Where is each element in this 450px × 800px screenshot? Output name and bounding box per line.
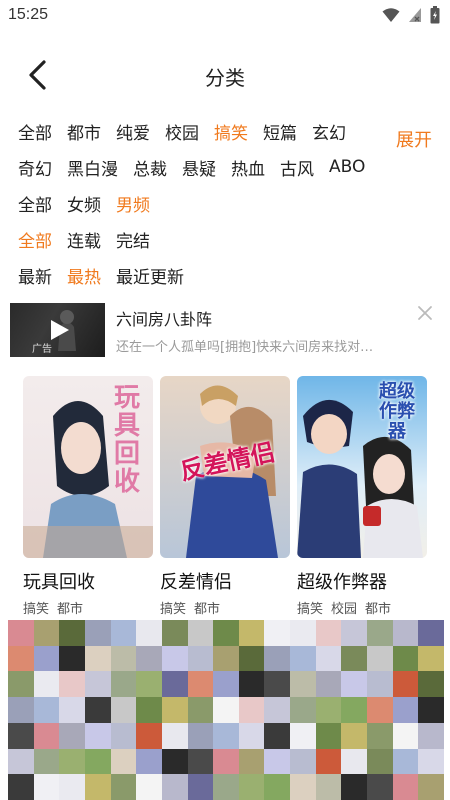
filter-chip[interactable]: 连载 [65,227,103,252]
filter-chip[interactable]: 纯爱 [114,119,152,144]
signal-icon [409,8,421,22]
play-icon [51,320,69,340]
filter-chip[interactable]: 玄幻 [310,119,348,144]
filter-chip[interactable]: 校园 [163,119,201,144]
filter-chip[interactable]: 男频 [114,191,152,216]
filter-chip[interactable]: 总裁 [131,155,169,180]
filter-chip[interactable]: 悬疑 [180,155,218,180]
ad-banner[interactable]: 广告 六间房八卦阵 还在一个人孤单吗[拥抱]快来六间房来找对… [0,300,450,360]
filter-chip[interactable]: 全部 [16,191,54,216]
sort-filter-row: 最新 最热 最近更新 [16,262,197,288]
comic-cover-title-art: 玩具回收 [113,383,140,497]
filter-chip[interactable]: 最近更新 [114,263,186,288]
filter-chip[interactable]: 最新 [16,263,54,288]
comic-card[interactable]: 超级作弊器 超级作弊器 搞笑 校园 都市 [297,376,429,617]
filter-chip[interactable]: 短篇 [261,119,299,144]
filter-chip[interactable]: 全部 [16,119,54,144]
status-bar: 15:25 [0,0,450,32]
genre-filter-row-1: 全部 都市 纯爱 校园 搞笑 短篇 玄幻 [16,118,359,144]
comic-tag: 都市 [194,602,221,617]
comic-tags: 搞笑 校园 都市 [297,598,429,617]
comic-title[interactable]: 超级作弊器 [297,568,429,594]
filter-chip[interactable]: 热血 [229,155,267,180]
comic-title[interactable]: 反差情侣 [160,568,292,594]
filter-chip[interactable]: 奇幻 [16,155,54,180]
comic-cover[interactable]: 反差情侣 [160,376,290,558]
status-filter-row: 全部 连载 完结 [16,226,163,252]
nav-bar: 分类 [0,50,450,100]
genre-filter-row-2: 奇幻 黑白漫 总裁 悬疑 热血 古风 ABO [16,154,378,180]
comic-tag: 都市 [57,602,84,617]
comic-tag: 搞笑 [297,602,324,617]
status-icons [382,6,440,24]
ad-title[interactable]: 六间房八卦阵 [116,306,212,330]
expand-button[interactable]: 展开 [396,126,432,152]
ad-badge: 广告 [32,344,52,355]
ad-thumbnail[interactable]: 广告 [10,303,105,357]
comic-tag: 搞笑 [160,602,187,617]
filter-chip[interactable]: 都市 [65,119,103,144]
filter-chip[interactable]: 最热 [65,263,103,288]
comic-cover-title-art: 超级作弊器 [379,381,415,442]
wifi-icon [382,8,400,22]
filter-chip[interactable]: 黑白漫 [65,155,120,180]
comic-title[interactable]: 玩具回收 [23,568,155,594]
comic-tag: 搞笑 [23,602,50,617]
pixelated-content-preview [8,620,444,800]
page-title: 分类 [205,66,245,90]
status-time: 15:25 [8,6,49,23]
comic-tag: 都市 [365,602,392,617]
filter-chip[interactable]: ABO [327,157,367,177]
ad-description: 还在一个人孤单吗[拥抱]快来六间房来找对… [116,340,374,355]
filter-chip[interactable]: 古风 [278,155,316,180]
comic-card[interactable]: 反差情侣 反差情侣 搞笑 都市 [160,376,292,617]
close-icon[interactable] [416,304,434,322]
comic-tags: 搞笑 都市 [160,598,292,617]
filter-chip[interactable]: 搞笑 [212,119,250,144]
comic-cover[interactable]: 玩具回收 [23,376,153,558]
comic-cover[interactable]: 超级作弊器 [297,376,427,558]
filter-chip[interactable]: 全部 [16,227,54,252]
comic-card[interactable]: 玩具回收 玩具回收 搞笑 都市 [23,376,155,617]
comic-tag: 校园 [331,602,358,617]
filter-chip[interactable]: 女频 [65,191,103,216]
battery-icon [430,6,440,24]
audience-filter-row: 全部 女频 男频 [16,190,163,216]
comic-tags: 搞笑 都市 [23,598,155,617]
filter-chip[interactable]: 完结 [114,227,152,252]
